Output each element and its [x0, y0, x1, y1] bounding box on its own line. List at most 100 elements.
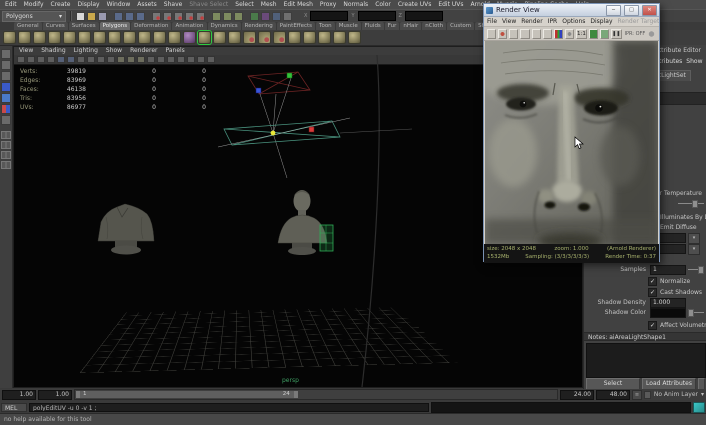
- shelf-tab-fluids[interactable]: Fluids: [362, 22, 384, 30]
- shadow-color-swatch[interactable]: [650, 308, 686, 318]
- poly-sphere-icon[interactable]: [3, 31, 16, 44]
- cast-shadows-checkbox[interactable]: [648, 288, 657, 297]
- rgb-channels-icon[interactable]: [554, 29, 563, 39]
- poly-pyramid-icon[interactable]: [108, 31, 121, 44]
- shelf-tab-painteffects[interactable]: PaintEffects: [277, 22, 315, 30]
- remove-image-icon[interactable]: [600, 29, 609, 39]
- shelf-tab-nhair[interactable]: nHair: [400, 22, 421, 30]
- command-language-toggle[interactable]: MEL: [1, 403, 27, 412]
- poly-soccerball-icon[interactable]: [153, 31, 166, 44]
- poly-torus-icon[interactable]: [78, 31, 91, 44]
- rotate-tool-icon[interactable]: [1, 93, 11, 103]
- menu-select[interactable]: Select: [235, 0, 254, 9]
- red-axis-handle[interactable]: [309, 127, 314, 132]
- menu-edit-uvs[interactable]: Edit UVs: [438, 0, 463, 9]
- menu-mesh[interactable]: Mesh: [261, 0, 277, 9]
- poly-cube-icon[interactable]: [18, 31, 31, 44]
- shelf-tab-polygons[interactable]: Polygons: [100, 22, 130, 30]
- samples-field[interactable]: 1: [650, 265, 686, 275]
- menu-set-selector[interactable]: Polygons ▾: [2, 11, 66, 22]
- manipulator-center-handle[interactable]: [271, 131, 276, 136]
- input-connections-icon[interactable]: [223, 12, 232, 21]
- select-button[interactable]: Select: [586, 378, 640, 389]
- pan-zoom-icon[interactable]: [543, 29, 552, 39]
- persp-outliner-layout-icon[interactable]: [1, 161, 11, 169]
- copy-tab-button[interactable]: [698, 378, 705, 389]
- smooth-icon[interactable]: [183, 31, 196, 44]
- anim-layer-selector[interactable]: No Anim Layer ▾: [644, 391, 704, 399]
- make-live-icon[interactable]: [212, 12, 221, 21]
- coord-x-field[interactable]: [310, 11, 348, 21]
- scale-tool-icon[interactable]: [1, 104, 11, 114]
- menu-proxy[interactable]: Proxy: [320, 0, 336, 9]
- shelf-tab-dynamics[interactable]: Dynamics: [208, 22, 241, 30]
- shelf-tab-deformation[interactable]: Deformation: [131, 22, 171, 30]
- shelf-tab-muscle[interactable]: Muscle: [336, 22, 361, 30]
- normalize-checkbox[interactable]: [648, 277, 657, 286]
- poly-plane-icon[interactable]: [63, 31, 76, 44]
- save-scene-icon[interactable]: [98, 12, 107, 21]
- triangulate-icon[interactable]: [303, 31, 316, 44]
- menu-create-uvs[interactable]: Create UVs: [398, 0, 431, 9]
- maximize-button[interactable]: □: [624, 5, 639, 16]
- shelf-tab-general[interactable]: General: [14, 22, 42, 30]
- render-view-window[interactable]: Render View ─ □ ✕ FileViewRenderIPROptio…: [483, 3, 660, 262]
- select-by-object-icon[interactable]: [125, 12, 134, 21]
- backdrop-curve[interactable]: [362, 55, 379, 387]
- load-attributes-button[interactable]: Load Attributes: [642, 378, 696, 389]
- poly-prism-icon[interactable]: [93, 31, 106, 44]
- shadow-color-slider[interactable]: [688, 308, 704, 316]
- menu-assets[interactable]: Assets: [137, 0, 157, 9]
- shelf-tab-ncloth[interactable]: nCloth: [422, 22, 446, 30]
- one-to-one-icon[interactable]: 1:1: [576, 29, 587, 39]
- paint-select-tool-icon[interactable]: [1, 71, 11, 81]
- poly-platonic-icon[interactable]: [168, 31, 181, 44]
- move-tool-icon[interactable]: [1, 82, 11, 92]
- menu-shave[interactable]: Shave: [164, 0, 183, 9]
- rv-menu-render-target[interactable]: Render Target: [618, 17, 659, 26]
- range-slider[interactable]: 1 24: [74, 389, 558, 400]
- rv-menu-options[interactable]: Options: [562, 17, 585, 26]
- shelf-tab-custom[interactable]: Custom: [447, 22, 474, 30]
- affect-volumetrics-checkbox[interactable]: [648, 321, 657, 330]
- select-by-component-icon[interactable]: [136, 12, 145, 21]
- close-button[interactable]: ✕: [642, 5, 657, 16]
- script-editor-icon[interactable]: [693, 402, 705, 413]
- color-temperature-slider[interactable]: [678, 199, 704, 207]
- coord-z-field[interactable]: [405, 11, 443, 21]
- mirror-icon[interactable]: [228, 31, 241, 44]
- anim-end-field[interactable]: 48.00: [596, 390, 630, 400]
- shelf-tab-rendering[interactable]: Rendering: [242, 22, 276, 30]
- minimize-button[interactable]: ─: [606, 5, 621, 16]
- menu-modify[interactable]: Modify: [24, 0, 44, 9]
- open-scene-icon[interactable]: [87, 12, 96, 21]
- command-line-input[interactable]: polyEditUV -u 0 -v 1 ;: [29, 403, 429, 412]
- construction-history-icon[interactable]: [250, 12, 259, 21]
- fill-hole-icon[interactable]: [333, 31, 346, 44]
- chevron-down-icon[interactable]: [688, 233, 700, 244]
- shelf-tab-curves[interactable]: Curves: [43, 22, 68, 30]
- snap-to-projected-center-icon[interactable]: [185, 12, 194, 21]
- snap-to-view-plane-icon[interactable]: [196, 12, 205, 21]
- poly-helix-icon[interactable]: [138, 31, 151, 44]
- single-pane-layout-icon[interactable]: [1, 131, 11, 139]
- combine-icon[interactable]: [243, 31, 256, 44]
- render-view-titlebar[interactable]: Render View ─ □ ✕: [484, 4, 659, 17]
- render-current-frame-icon[interactable]: [261, 12, 270, 21]
- shadow-density-field[interactable]: 1.000: [650, 298, 686, 308]
- menu-color[interactable]: Color: [375, 0, 391, 9]
- menu-normals[interactable]: Normals: [343, 0, 368, 9]
- shelf-tab-toon[interactable]: Toon: [316, 22, 335, 30]
- select-by-hierarchy-icon[interactable]: [114, 12, 123, 21]
- samples-slider[interactable]: [688, 265, 704, 273]
- coord-y-field[interactable]: [358, 11, 396, 21]
- menu-shave-select[interactable]: Shave Select: [189, 0, 228, 9]
- separate-icon[interactable]: [258, 31, 271, 44]
- poly-cylinder-icon[interactable]: [33, 31, 46, 44]
- shelf-tab-surfaces[interactable]: Surfaces: [69, 22, 99, 30]
- playback-end-field[interactable]: 24.00: [560, 390, 594, 400]
- redo-previous-render-icon[interactable]: [498, 29, 507, 39]
- crease-tool-icon[interactable]: [213, 31, 226, 44]
- menu-display[interactable]: Display: [77, 0, 99, 9]
- render-current-frame-icon[interactable]: [487, 29, 496, 39]
